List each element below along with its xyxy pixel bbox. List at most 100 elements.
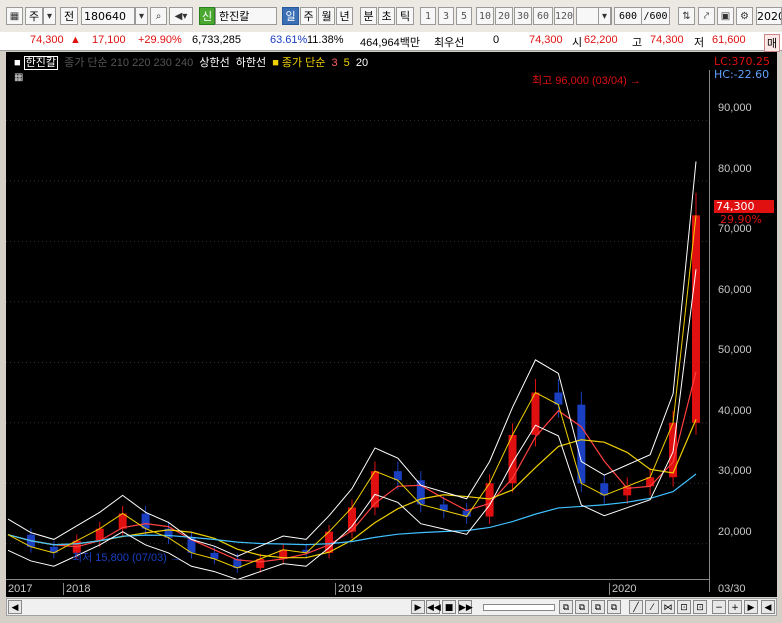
image-icon[interactable]: ⊡ xyxy=(677,600,691,614)
search-icon[interactable]: ⌕ xyxy=(150,7,167,25)
kind: 최우선 xyxy=(434,37,465,49)
candle-body xyxy=(508,434,517,484)
up-arrow-icon: ▲ xyxy=(70,34,81,46)
compare-icon[interactable]: ⧉ xyxy=(559,600,573,614)
count-input[interactable]: 600 xyxy=(614,7,642,25)
candle-body xyxy=(577,404,586,484)
x-label: 2020 xyxy=(609,583,636,595)
period-year[interactable]: 년 xyxy=(336,7,353,25)
interval-3[interactable]: 3 xyxy=(438,7,454,25)
y-label: 20,000 xyxy=(718,526,752,538)
candle-body xyxy=(692,215,700,423)
lc-label: LC:370.25 xyxy=(714,55,771,68)
period-minute[interactable]: 분 xyxy=(360,7,377,25)
upper-band-line xyxy=(7,161,697,557)
turnover: 11.38% xyxy=(307,34,344,46)
scroll-right-icon[interactable]: ▶ xyxy=(411,600,425,614)
scroll-right-end-icon[interactable]: ▶ xyxy=(744,600,758,614)
zoom-out-icon[interactable]: − xyxy=(712,600,726,614)
stock-name: 한진칼 xyxy=(215,7,277,25)
high-annotation: 최고 96,000 (03/04) → xyxy=(532,75,641,87)
gear-icon[interactable]: ⚙ xyxy=(736,7,753,25)
last-price-tag: 74,300 xyxy=(714,200,774,213)
kind-value: 0 xyxy=(493,34,500,46)
period-week[interactable]: 주 xyxy=(300,7,317,25)
toolbar: ▦ 주 ▾ 전 180640 ▾ ⌕ ◀▾ 신 한진칼 일 주 월 년 분 초 … xyxy=(0,0,782,33)
period-month[interactable]: 월 xyxy=(318,7,335,25)
amount: 464,964백만 xyxy=(360,37,421,49)
hc-label: HC:-22.60 xyxy=(714,68,770,81)
price: 74,300 xyxy=(30,34,64,46)
y-label: 50,000 xyxy=(718,344,752,356)
high-label: 고 xyxy=(632,37,643,49)
code-input[interactable]: 180640 xyxy=(81,7,135,25)
fast-forward-icon[interactable]: ▶▶ xyxy=(458,600,473,614)
close-icon[interactable]: ◀ xyxy=(761,600,775,614)
window2-icon[interactable]: ⧉ xyxy=(607,600,621,614)
y-label: 30,000 xyxy=(718,465,752,477)
open-value: 62,200 xyxy=(584,34,618,46)
grid-icon[interactable]: ▦ xyxy=(6,7,23,25)
speaker-icon[interactable]: ◀▾ xyxy=(169,7,193,25)
jeon-button[interactable]: 전 xyxy=(60,7,78,25)
x-label: 2017 xyxy=(8,583,33,595)
line-tool-icon[interactable]: ⁄ xyxy=(645,600,659,614)
year-field[interactable]: 2020 xyxy=(756,7,782,25)
y-label: 80,000 xyxy=(718,163,752,175)
compare2-icon[interactable]: ⧉ xyxy=(575,600,589,614)
chevron-down-icon[interactable]: ▾ xyxy=(598,7,611,25)
interval-10[interactable]: 10 xyxy=(476,7,494,25)
rewind-icon[interactable]: ◀◀ xyxy=(426,600,441,614)
high-value: 74,300 xyxy=(650,34,684,46)
last-pct: 29.90% xyxy=(720,213,762,226)
chevron-down-icon[interactable]: ▾ xyxy=(43,7,56,25)
trade-button[interactable]: 매 xyxy=(764,34,781,52)
market-badge: 신 xyxy=(199,7,215,25)
change-pct: +29.90% xyxy=(138,34,182,46)
stop-icon[interactable]: ■ xyxy=(442,600,456,614)
price-chart[interactable]: ■ 한진칼 종가 단순 210 220 230 240 상한선 하한선 ■ 종가 단… xyxy=(6,52,777,597)
y-label: 60,000 xyxy=(718,284,752,296)
x-label: 03/30 xyxy=(718,583,746,595)
y-label: 90,000 xyxy=(718,102,752,114)
count-total: /600 xyxy=(642,7,670,25)
y-axis: LC:370.25 HC:-22.60 90,000 80,000 70,000… xyxy=(709,55,778,592)
scroll-left-icon[interactable]: ◀ xyxy=(8,600,22,614)
draw-tool-icon[interactable]: ╱ xyxy=(629,600,643,614)
candle-body xyxy=(531,392,540,435)
bid: 74,300 xyxy=(529,34,563,46)
open-label: 시 xyxy=(572,37,583,49)
window-icon[interactable]: ⧉ xyxy=(591,600,605,614)
low-value: 61,600 xyxy=(712,34,746,46)
image2-icon[interactable]: ⊡ xyxy=(693,600,707,614)
interval-20[interactable]: 20 xyxy=(495,7,513,25)
interval-120[interactable]: 120 xyxy=(554,7,574,25)
y-label: 40,000 xyxy=(718,405,752,417)
interval-5[interactable]: 5 xyxy=(456,7,472,25)
quote-bar: 74,300 ▲ 17,100 +29.90% 6,733,285 63.61%… xyxy=(0,32,782,52)
low-annotation: 최저 15,800 (07/03) → xyxy=(72,552,181,564)
period-second[interactable]: 초 xyxy=(378,7,395,25)
period-tick[interactable]: 틱 xyxy=(396,7,414,25)
interval-60[interactable]: 60 xyxy=(533,7,553,25)
dropdown-icon[interactable]: ⤤ xyxy=(698,7,715,25)
volume: 6,733,285 xyxy=(192,34,241,46)
x-label: 2019 xyxy=(335,583,362,595)
scroll-bar[interactable]: ◀ ▶ ◀◀ ■ ▶▶ ⧉ ⧉ ⧉ ⧉ ╱ ⁄ ⋈ ⊡ ⊡ − + ▶ ◀ xyxy=(6,598,777,616)
plot-area xyxy=(6,119,709,579)
type-select[interactable]: 주 xyxy=(25,7,43,25)
zoom-slider[interactable] xyxy=(483,604,555,611)
chevron-down-icon[interactable]: ▾ xyxy=(135,7,148,25)
low-label: 저 xyxy=(694,37,705,49)
period-day[interactable]: 일 xyxy=(282,7,299,25)
vol-ratio: 63.61% xyxy=(270,34,308,46)
save-icon[interactable]: ▣ xyxy=(717,7,734,25)
zoom-in-icon[interactable]: + xyxy=(728,600,742,614)
x-label: 2018 xyxy=(63,583,90,595)
interval-30[interactable]: 30 xyxy=(514,7,532,25)
pattern-icon[interactable]: ⋈ xyxy=(661,600,675,614)
change: 17,100 xyxy=(92,34,126,46)
settings-icon[interactable]: ⇅ xyxy=(678,7,695,25)
interval-1[interactable]: 1 xyxy=(420,7,436,25)
x-axis: 2017 2018 2019 2020 03/30 xyxy=(6,579,746,598)
